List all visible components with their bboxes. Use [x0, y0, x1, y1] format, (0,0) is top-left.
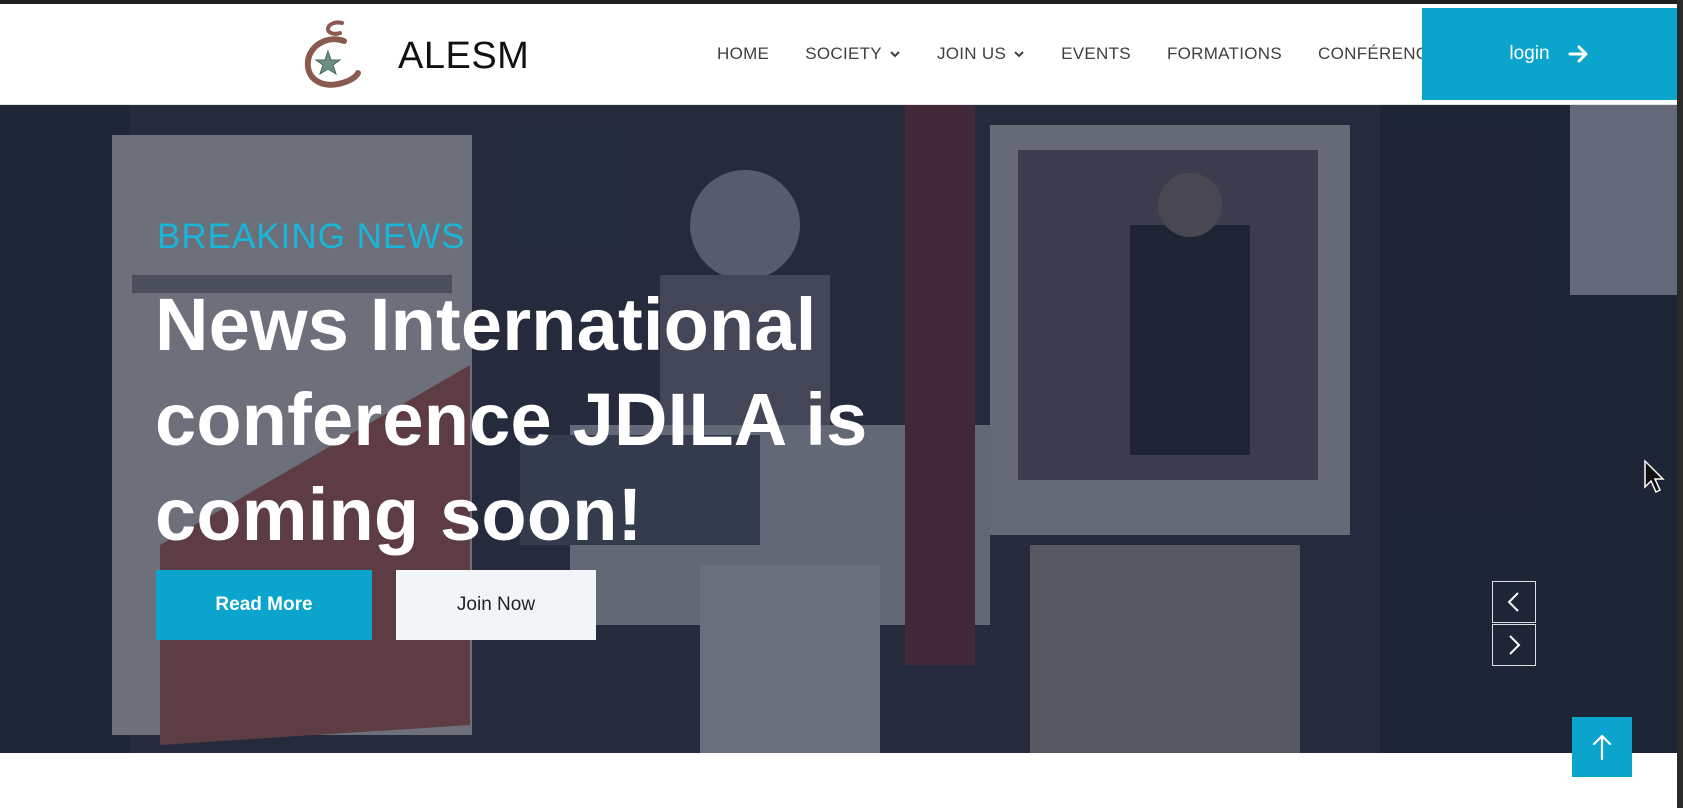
main-nav: HOME SOCIETY JOIN US EVENTS FORMATIONS C…: [699, 4, 1470, 104]
nav-item-label: EVENTS: [1061, 44, 1131, 63]
hero-kicker: BREAKING NEWS: [157, 217, 466, 256]
back-to-top-button[interactable]: [1572, 717, 1632, 777]
alesm-logo-icon: [304, 20, 361, 88]
site-header: ALESM HOME SOCIETY JOIN US EVENTS FORMAT…: [0, 4, 1677, 105]
nav-item-label: JOIN US: [936, 44, 1007, 63]
nav-item-home[interactable]: HOME: [699, 44, 787, 64]
nav-item-events[interactable]: EVENTS: [1043, 44, 1149, 64]
chevron-right-icon: [1509, 635, 1521, 655]
read-more-button[interactable]: Read More: [156, 570, 372, 640]
nav-item-label: FORMATIONS: [1166, 44, 1283, 63]
slider-next-button[interactable]: [1492, 624, 1536, 666]
slider-prev-button[interactable]: [1492, 581, 1536, 623]
nav-item-label: HOME: [717, 44, 770, 63]
join-now-button[interactable]: Join Now: [396, 570, 596, 640]
hero-headline: News International conference JDILA is c…: [155, 283, 868, 556]
brand[interactable]: ALESM: [298, 12, 529, 100]
nav-item-society[interactable]: SOCIETY: [787, 44, 919, 64]
chevron-down-icon: [1014, 51, 1024, 58]
login-button[interactable]: login: [1422, 8, 1677, 100]
nav-item-formations[interactable]: FORMATIONS: [1149, 44, 1300, 64]
chevron-left-icon: [1507, 592, 1519, 612]
chevron-down-icon: [890, 51, 900, 58]
nav-item-join-us[interactable]: JOIN US: [919, 44, 1043, 64]
mouse-cursor-icon: [1644, 459, 1665, 494]
arrow-up-icon: [1592, 734, 1612, 761]
hero-slider: BREAKING NEWS News International confere…: [0, 105, 1677, 753]
login-label: login: [1509, 43, 1550, 64]
nav-item-label: SOCIETY: [805, 44, 882, 63]
brand-name: ALESM: [398, 34, 530, 77]
arrow-right-icon: [1568, 45, 1588, 63]
window-right-edge: [1677, 0, 1683, 808]
